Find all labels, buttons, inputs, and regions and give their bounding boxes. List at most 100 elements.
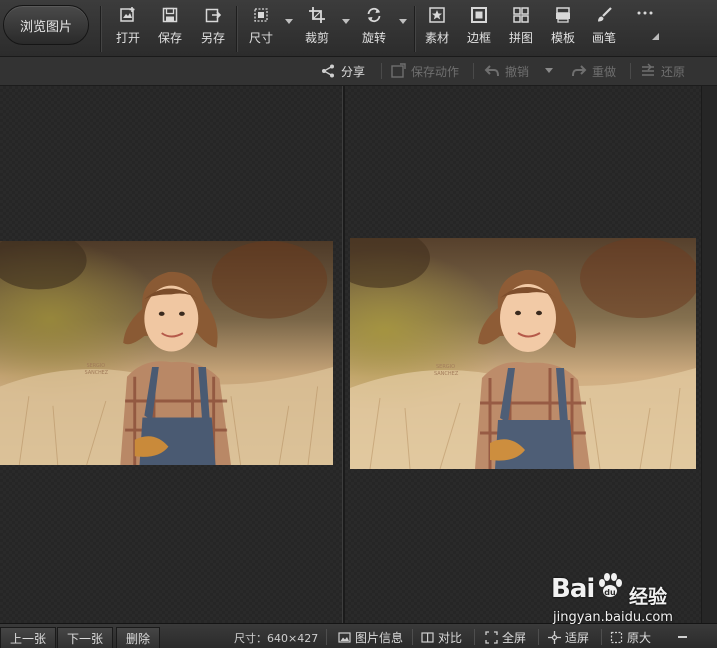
photo-watermark-line1: SERGIO [87, 363, 106, 369]
border-label: 边框 [467, 31, 492, 45]
photo-watermark-line1: SERGIO [436, 364, 455, 370]
restore-button[interactable]: 还原 [640, 62, 685, 80]
more-icon [637, 11, 653, 15]
zoom-out-icon[interactable] [678, 636, 687, 638]
brush-icon [598, 7, 612, 22]
toolbar-divider [100, 6, 101, 52]
resize-dropdown-icon[interactable] [285, 19, 293, 24]
save-action-button[interactable]: 保存动作 [390, 62, 459, 80]
action-divider [630, 63, 631, 79]
template-label: 模板 [551, 31, 576, 45]
template-icon [556, 7, 570, 23]
save-action-label: 保存动作 [411, 64, 460, 79]
save-action-icon [391, 63, 406, 78]
rotate-dropdown-icon[interactable] [399, 19, 407, 24]
rotate-label: 旋转 [362, 31, 387, 45]
action-divider [473, 63, 474, 79]
resize-label: 尺寸 [249, 31, 274, 45]
prev-image-button[interactable]: 上一张 [0, 627, 57, 648]
actual-size-button[interactable]: 原大 [610, 629, 651, 645]
actual-size-label: 原大 [627, 630, 652, 645]
material-button[interactable]: 素材 [425, 6, 449, 48]
rotate-icon [367, 7, 381, 23]
toolbar-divider [414, 6, 415, 52]
fullscreen-icon [485, 630, 498, 644]
compare-label: 对比 [438, 630, 463, 645]
photo-watermark-line2: SANCHEZ [85, 370, 109, 376]
fullscreen-button[interactable]: 全屏 [485, 629, 526, 645]
image-size-readout: 尺寸：640×427 [234, 632, 319, 645]
template-button[interactable]: 模板 [551, 6, 575, 48]
open-icon [120, 7, 135, 22]
main-toolbar: 浏览图片 打开 保存 另存 尺寸 裁剪 旋转 素材 边框 拼图 模板 画笔 [0, 0, 717, 57]
image-info-label: 图片信息 [355, 630, 404, 645]
resize-icon [254, 8, 268, 22]
action-bar: 分享 保存动作 撤销 重做 还原 [0, 57, 717, 86]
baidu-logo-text: Bai [551, 574, 595, 604]
original-photo[interactable]: SERGIO SANCHEZ [0, 241, 333, 465]
jingyan-label: 经验 [629, 586, 668, 608]
share-button[interactable]: 分享 [320, 62, 365, 80]
border-icon [471, 7, 487, 23]
compare-icon [421, 631, 434, 643]
crop-label: 裁剪 [305, 31, 330, 45]
status-divider [538, 629, 539, 645]
crop-icon [309, 7, 325, 23]
girl-in-field-photo: SERGIO SANCHEZ [350, 238, 696, 469]
material-icon [429, 7, 445, 23]
save-button[interactable]: 保存 [158, 6, 182, 48]
watermark-url: jingyan.baidu.com [553, 610, 673, 625]
resize-button[interactable]: 尺寸 [249, 6, 273, 48]
restore-icon [642, 63, 654, 76]
status-divider [474, 629, 475, 645]
crop-button[interactable]: 裁剪 [305, 6, 329, 48]
edited-photo[interactable]: SERGIO SANCHEZ [350, 238, 696, 469]
material-label: 素材 [425, 31, 450, 45]
fit-screen-button[interactable]: 适屏 [548, 629, 589, 645]
next-image-button[interactable]: 下一张 [57, 627, 114, 648]
brush-button[interactable]: 画笔 [592, 6, 616, 48]
save-as-button[interactable]: 另存 [201, 6, 225, 48]
redo-label: 重做 [592, 64, 617, 79]
open-label: 打开 [116, 31, 141, 45]
border-button[interactable]: 边框 [467, 6, 491, 48]
rotate-button[interactable]: 旋转 [362, 6, 386, 48]
girl-in-field-photo: SERGIO SANCHEZ [0, 241, 333, 465]
fit-screen-icon [548, 630, 561, 644]
undo-button[interactable]: 撤销 [484, 62, 529, 80]
undo-label: 撤销 [505, 64, 530, 79]
crop-dropdown-icon[interactable] [342, 19, 350, 24]
photo-watermark-line2: SANCHEZ [434, 371, 459, 377]
share-label: 分享 [341, 64, 366, 79]
save-label: 保存 [158, 31, 183, 45]
action-divider [381, 63, 382, 79]
collage-label: 拼图 [509, 31, 534, 45]
actual-size-icon [610, 631, 623, 643]
brush-label: 画笔 [592, 31, 617, 45]
open-button[interactable]: 打开 [116, 6, 140, 48]
compare-button[interactable]: 对比 [421, 629, 462, 645]
undo-icon [484, 65, 499, 77]
image-info-button[interactable]: 图片信息 [338, 629, 403, 645]
expand-corner-icon[interactable] [652, 33, 659, 40]
browse-images-button[interactable]: 浏览图片 [3, 5, 89, 45]
vertical-scrollbar[interactable] [701, 86, 717, 623]
status-divider [326, 629, 327, 645]
save-icon [162, 7, 178, 23]
status-divider [412, 629, 413, 645]
save-as-label: 另存 [201, 31, 226, 45]
collage-button[interactable]: 拼图 [509, 6, 533, 48]
baidu-jingyan-watermark: Bai du 经验 jingyan.baidu.com [551, 568, 711, 628]
paw-logo-icon: du [599, 573, 622, 597]
redo-button[interactable]: 重做 [571, 62, 616, 80]
save-as-icon [205, 8, 222, 23]
toolbar-divider [236, 6, 237, 52]
undo-dropdown-icon[interactable] [545, 68, 553, 73]
redo-icon [572, 65, 587, 77]
image-info-icon [338, 631, 351, 643]
svg-text:du: du [604, 588, 616, 597]
delete-button[interactable]: 删除 [116, 627, 161, 648]
fit-screen-label: 适屏 [565, 630, 590, 645]
restore-label: 还原 [661, 64, 686, 79]
status-divider [601, 629, 602, 645]
